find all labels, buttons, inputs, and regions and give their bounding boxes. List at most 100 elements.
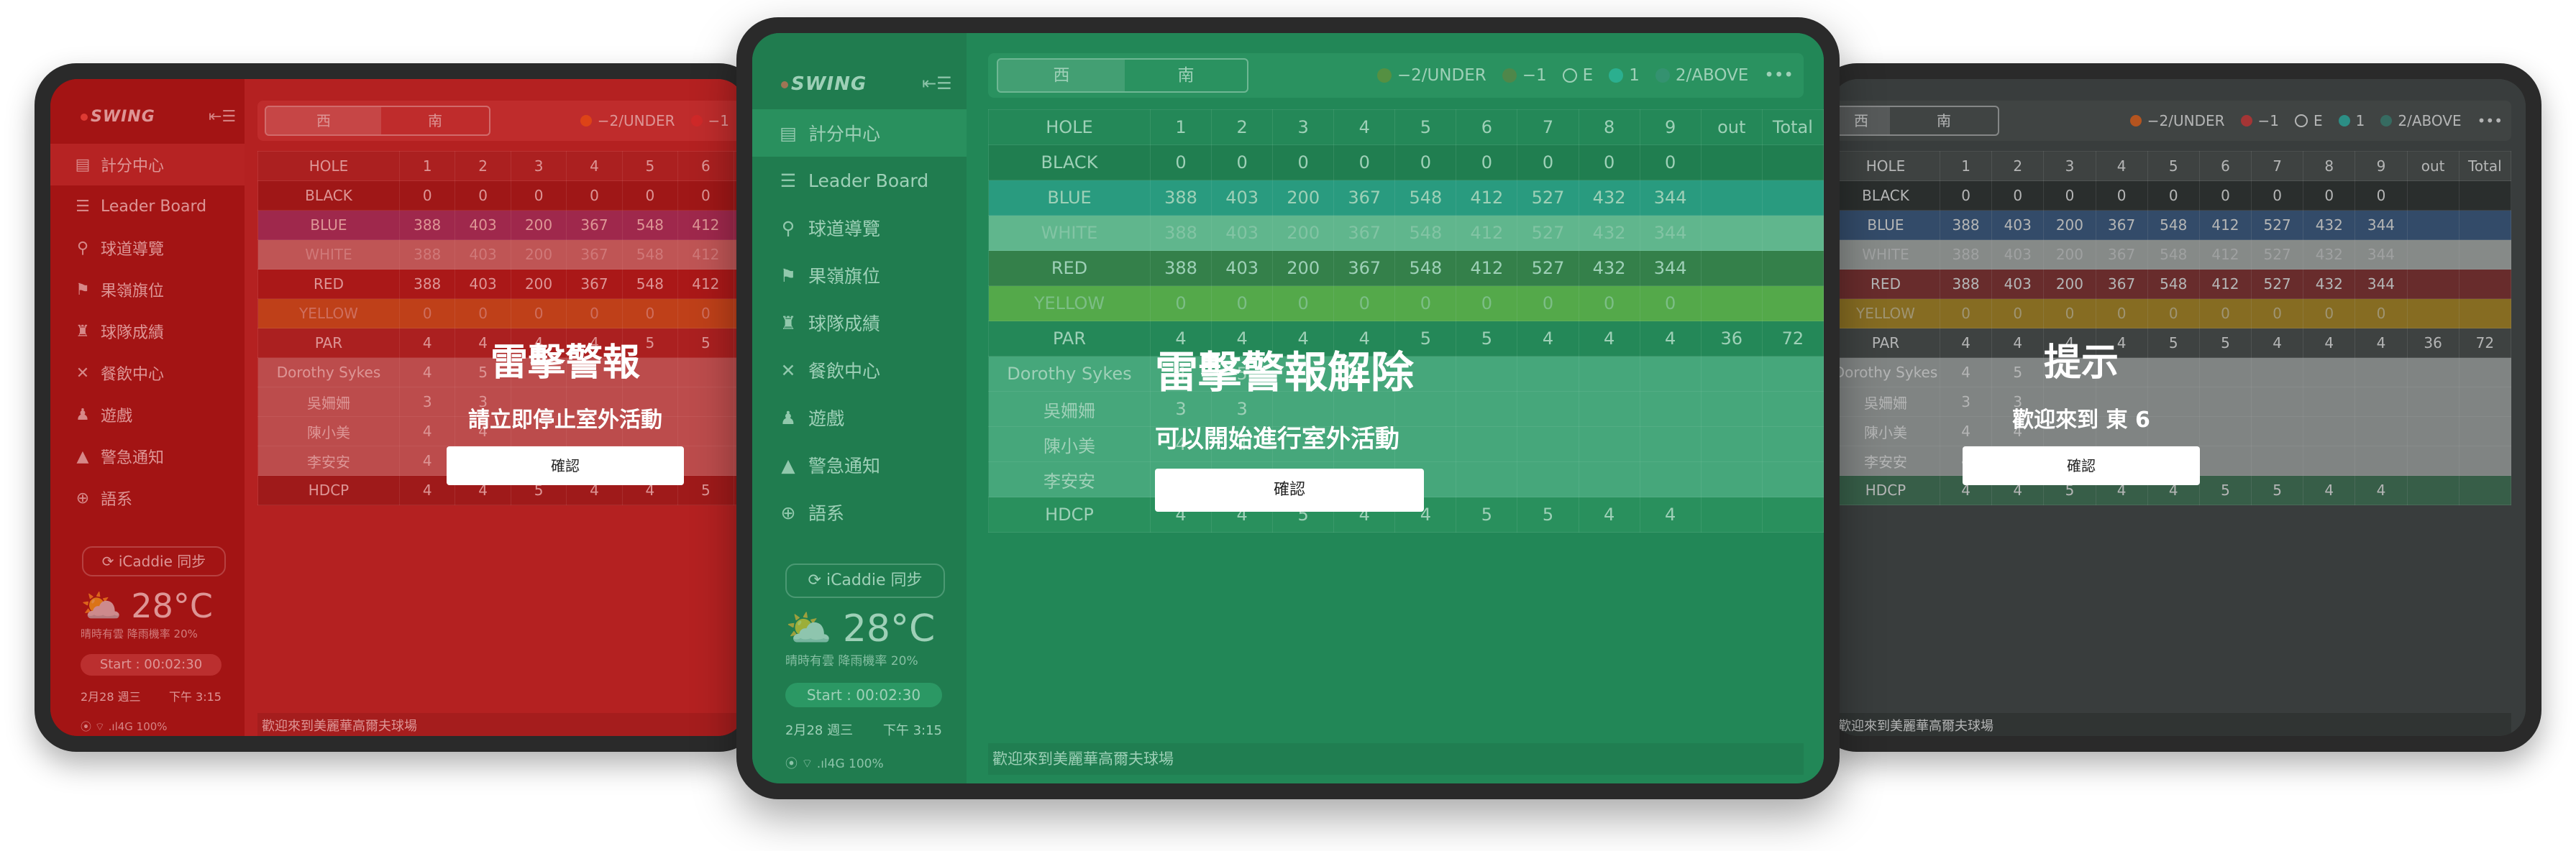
score-cell[interactable]: [1761, 426, 1824, 462]
sidebar-item-leaderboard[interactable]: ☰ Leader Board: [50, 185, 245, 227]
score-cell[interactable]: [2406, 387, 2459, 417]
more-icon[interactable]: •••: [2477, 112, 2503, 129]
score-cell[interactable]: 5: [1456, 497, 1518, 533]
score-cell[interactable]: [2458, 446, 2512, 476]
score-cell[interactable]: [1578, 391, 1640, 427]
score-cell[interactable]: [1700, 356, 1763, 392]
sidebar-item-games[interactable]: ♟ 遊戲: [752, 394, 967, 441]
score-cell[interactable]: [1517, 461, 1579, 497]
tab-west[interactable]: 西: [266, 107, 381, 134]
table-row[interactable]: BLACK 0 0 0 0 0 0 0 0 0: [1831, 180, 2512, 211]
score-cell[interactable]: [2251, 446, 2304, 476]
tab-south[interactable]: 南: [381, 107, 489, 134]
score-cell[interactable]: [2406, 416, 2459, 446]
score-cell[interactable]: [2458, 387, 2512, 417]
table-row[interactable]: WHITE 388 403 200 367 548 412 527 432 344: [1831, 239, 2512, 270]
sidebar-item-team-score[interactable]: ♜ 球隊成績: [752, 299, 967, 346]
score-cell[interactable]: [1578, 356, 1640, 392]
tab-west[interactable]: 西: [1832, 107, 1890, 134]
score-cell[interactable]: [1639, 391, 1702, 427]
sidebar-item-scoring[interactable]: ▤ 計分中心: [50, 144, 245, 185]
table-row[interactable]: WHITE 388 403 200 367 548 412 527 432 344: [988, 215, 1824, 251]
table-row[interactable]: YELLOW 0 0 0 0 0 0 0 0 0: [1831, 298, 2512, 328]
score-cell[interactable]: [1639, 461, 1702, 497]
score-cell[interactable]: [1456, 391, 1518, 427]
table-row[interactable]: RED388403200367548412527: [257, 269, 745, 299]
confirm-button[interactable]: 確認: [1963, 446, 2200, 485]
score-cell[interactable]: [2406, 357, 2459, 387]
score-cell[interactable]: [2303, 387, 2356, 417]
table-row[interactable]: BLUE388403200367548412527: [257, 210, 745, 240]
score-cell[interactable]: [1761, 497, 1824, 533]
sidebar-item-emergency[interactable]: ▲ 警急通知: [50, 436, 245, 477]
sidebar-item-language[interactable]: ⊕ 語系: [752, 489, 967, 536]
sidebar-item-dining[interactable]: ✕ 餐飲中心: [752, 346, 967, 394]
score-cell[interactable]: [1517, 356, 1579, 392]
score-cell[interactable]: [1517, 391, 1579, 427]
sidebar-item-emergency[interactable]: ▲ 警急通知: [752, 441, 967, 489]
score-cell[interactable]: [2406, 475, 2459, 505]
score-cell[interactable]: 4: [2303, 475, 2356, 505]
table-row[interactable]: BLUE 388 403 200 367 548 412 527 432 344: [1831, 210, 2512, 240]
sidebar-item-scoring[interactable]: ▤ 計分中心: [752, 109, 967, 157]
score-cell[interactable]: [1578, 461, 1640, 497]
score-cell[interactable]: [1700, 426, 1763, 462]
score-cell[interactable]: [1700, 391, 1763, 427]
score-cell[interactable]: [1639, 356, 1702, 392]
score-cell[interactable]: [2251, 416, 2304, 446]
score-cell[interactable]: [1456, 356, 1518, 392]
score-cell[interactable]: [1517, 426, 1579, 462]
score-cell[interactable]: [1700, 461, 1763, 497]
score-cell[interactable]: [1456, 461, 1518, 497]
collapse-menu-icon[interactable]: ⇤☰: [209, 108, 236, 126]
table-row[interactable]: BLUE 388 403 200 367 548 412 527 432 344: [988, 180, 1824, 216]
score-cell[interactable]: [1456, 426, 1518, 462]
score-cell[interactable]: [2251, 387, 2304, 417]
score-cell[interactable]: [2303, 416, 2356, 446]
score-cell[interactable]: [2458, 416, 2512, 446]
icaddie-sync-button[interactable]: ⟳ iCaddie 同步: [785, 564, 945, 598]
table-row[interactable]: WHITE388403200367548412527: [257, 239, 745, 270]
table-row[interactable]: YELLOW0000000: [257, 298, 745, 328]
table-row[interactable]: YELLOW 0 0 0 0 0 0 0 0 0: [988, 285, 1824, 321]
table-row[interactable]: RED 388 403 200 367 548 412 527 432 344: [1831, 269, 2512, 299]
score-cell[interactable]: [1761, 391, 1824, 427]
sidebar-item-course-guide[interactable]: ⚲ 球道導覽: [50, 227, 245, 269]
score-cell[interactable]: [1761, 356, 1824, 392]
score-cell[interactable]: 5: [1517, 497, 1579, 533]
sidebar-item-language[interactable]: ⊕ 語系: [50, 477, 245, 519]
confirm-button[interactable]: 確認: [1155, 469, 1424, 512]
sidebar-item-games[interactable]: ♟ 遊戲: [50, 394, 245, 436]
table-row[interactable]: BLACK0000000: [257, 180, 745, 211]
score-cell[interactable]: [2458, 475, 2512, 505]
score-cell[interactable]: [2303, 446, 2356, 476]
score-cell[interactable]: [2406, 446, 2459, 476]
score-cell[interactable]: [2458, 357, 2512, 387]
score-cell[interactable]: [1761, 461, 1824, 497]
score-cell[interactable]: [2251, 357, 2304, 387]
table-row[interactable]: RED 388 403 200 367 548 412 527 432 344: [988, 250, 1824, 286]
sidebar-item-course-guide[interactable]: ⚲ 球道導覽: [752, 204, 967, 252]
score-cell[interactable]: [1639, 426, 1702, 462]
score-cell[interactable]: [1700, 497, 1763, 533]
icaddie-sync-button[interactable]: ⟳ iCaddie 同步: [82, 546, 226, 576]
score-cell[interactable]: [2355, 387, 2408, 417]
score-cell[interactable]: [2355, 446, 2408, 476]
confirm-button[interactable]: 確認: [447, 446, 684, 485]
tab-west[interactable]: 西: [998, 60, 1125, 91]
sidebar-item-dining[interactable]: ✕ 餐飲中心: [50, 352, 245, 394]
sidebar-item-team-score[interactable]: ♜ 球隊成績: [50, 310, 245, 352]
score-cell[interactable]: 4: [1639, 497, 1702, 533]
tab-south[interactable]: 南: [1890, 107, 1998, 134]
score-cell[interactable]: [2303, 357, 2356, 387]
sidebar-item-pin-position[interactable]: ⚑ 果嶺旗位: [752, 252, 967, 299]
sidebar-item-leaderboard[interactable]: ☰ Leader Board: [752, 157, 967, 204]
score-cell[interactable]: 4: [1578, 497, 1640, 533]
tab-south[interactable]: 南: [1125, 60, 1247, 91]
score-cell[interactable]: [2355, 357, 2408, 387]
table-row[interactable]: BLACK 0 0 0 0 0 0 0 0 0: [988, 144, 1824, 180]
more-icon[interactable]: •••: [1764, 66, 1794, 85]
score-cell[interactable]: 4: [2355, 475, 2408, 505]
score-cell[interactable]: [2355, 416, 2408, 446]
score-cell[interactable]: [1578, 426, 1640, 462]
